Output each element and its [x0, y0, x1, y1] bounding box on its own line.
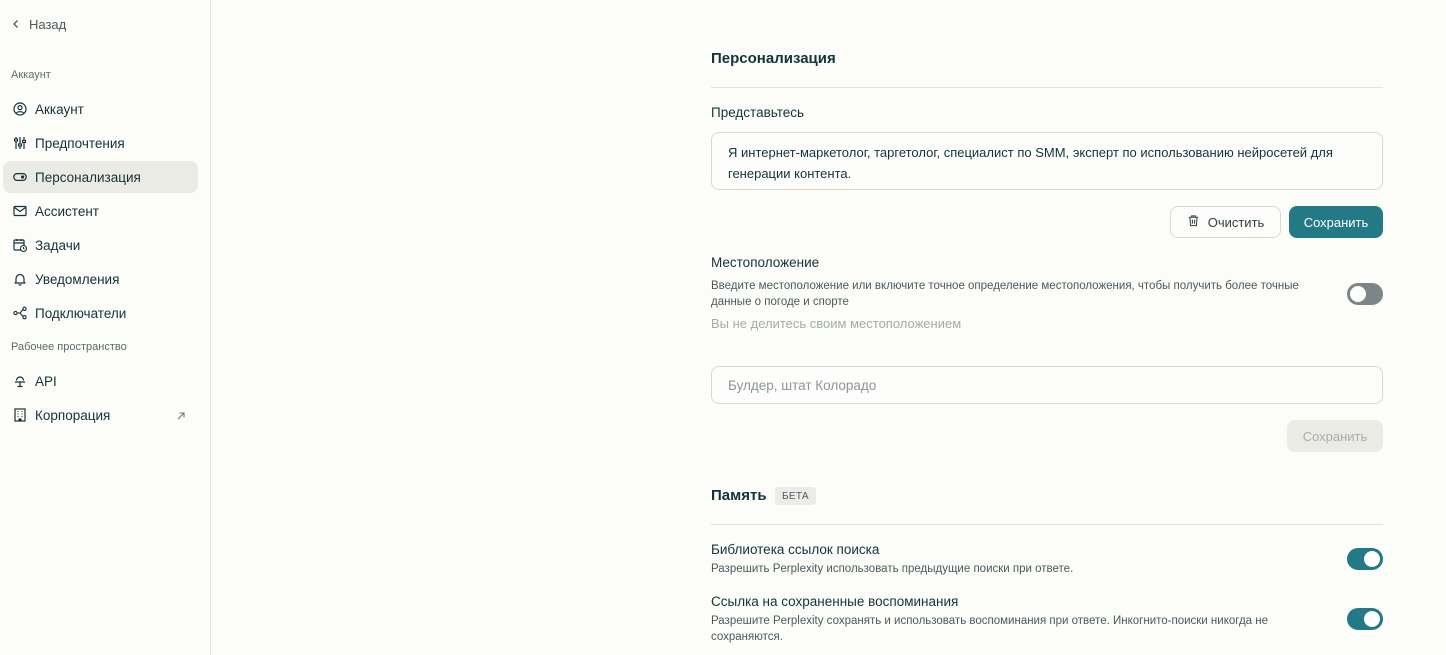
intro-textarea[interactable]: Я интернет-маркетолог, таргетолог, специ…	[711, 132, 1383, 190]
sidebar-item-label: Корпорация	[35, 407, 111, 423]
sidebar: Назад Аккаунт Аккаунт Предпочтения Персо…	[0, 0, 211, 655]
memory-item-description: Разрешите Perplexity сохранять и использ…	[711, 615, 1268, 643]
toggle-knob	[1364, 551, 1380, 567]
search-history-toggle[interactable]	[1347, 548, 1383, 570]
sidebar-item-label: Уведомления	[35, 271, 120, 287]
sidebar-item-tasks[interactable]: Задачи	[3, 229, 198, 261]
section-label-workspace: Рабочее пространство	[11, 341, 127, 353]
user-circle-icon	[13, 102, 27, 116]
location-status: Вы не делитесь своим местоположением	[711, 316, 962, 331]
sidebar-item-label: Задачи	[35, 237, 81, 253]
location-input[interactable]: Булдер, штат Колорадо	[711, 366, 1383, 404]
calendar-clock-icon	[13, 238, 27, 252]
intro-label: Представьтесь	[711, 105, 805, 120]
save-location-button[interactable]: Сохранить	[1287, 420, 1383, 452]
divider	[711, 87, 1383, 88]
clear-button[interactable]: Очистить	[1170, 206, 1281, 238]
sidebar-item-label: Ассистент	[35, 203, 99, 219]
sidebar-item-label: Подключатели	[35, 305, 127, 321]
location-title: Местоположение	[711, 255, 820, 270]
chevron-left-icon	[11, 17, 21, 32]
mail-icon	[13, 204, 27, 218]
external-link-icon	[176, 409, 186, 420]
sidebar-item-label: API	[35, 373, 57, 389]
sidebar-item-label: Предпочтения	[35, 135, 125, 151]
save-intro-button[interactable]: Сохранить	[1289, 206, 1383, 238]
toggle-icon	[13, 170, 27, 184]
saved-memories-toggle[interactable]	[1347, 608, 1383, 630]
sidebar-item-preferences[interactable]: Предпочтения	[3, 127, 198, 159]
toggle-knob	[1350, 286, 1366, 302]
sliders-icon	[13, 136, 27, 150]
sidebar-item-notifications[interactable]: Уведомления	[3, 263, 198, 295]
sidebar-item-personalization[interactable]: Персонализация	[3, 161, 198, 193]
divider	[711, 524, 1383, 525]
location-description: Введите местоположение или включите точн…	[711, 280, 1299, 308]
bell-icon	[13, 272, 27, 286]
toggle-knob	[1364, 611, 1380, 627]
clear-label: Очистить	[1207, 214, 1265, 230]
building-icon	[13, 408, 27, 422]
sidebar-item-label: Аккаунт	[35, 101, 84, 117]
sidebar-item-assistant[interactable]: Ассистент	[3, 195, 198, 227]
connectors-icon	[13, 306, 27, 320]
back-label: Назад	[29, 16, 67, 32]
section-label-account: Аккаунт	[11, 69, 51, 81]
sidebar-item-connectors[interactable]: Подключатели	[3, 297, 198, 329]
sidebar-item-api[interactable]: API	[3, 365, 198, 397]
back-link[interactable]: Назад	[11, 15, 66, 33]
memory-item-description: Разрешить Perplexity использовать предыд…	[711, 563, 1074, 575]
sidebar-item-enterprise[interactable]: Корпорация	[3, 399, 198, 431]
memory-item-title: Библиотека ссылок поиска	[711, 542, 880, 557]
sidebar-item-account[interactable]: Аккаунт	[3, 93, 198, 125]
personalization-title: Персонализация	[711, 50, 836, 67]
trash-icon	[1187, 214, 1200, 230]
beta-badge: БЕТА	[775, 487, 816, 505]
sidebar-item-label: Персонализация	[35, 169, 141, 185]
memory-item-title: Ссылка на сохраненные воспоминания	[711, 594, 959, 609]
memory-title: Память	[711, 487, 767, 504]
api-icon	[13, 374, 27, 388]
location-toggle[interactable]	[1347, 283, 1383, 305]
